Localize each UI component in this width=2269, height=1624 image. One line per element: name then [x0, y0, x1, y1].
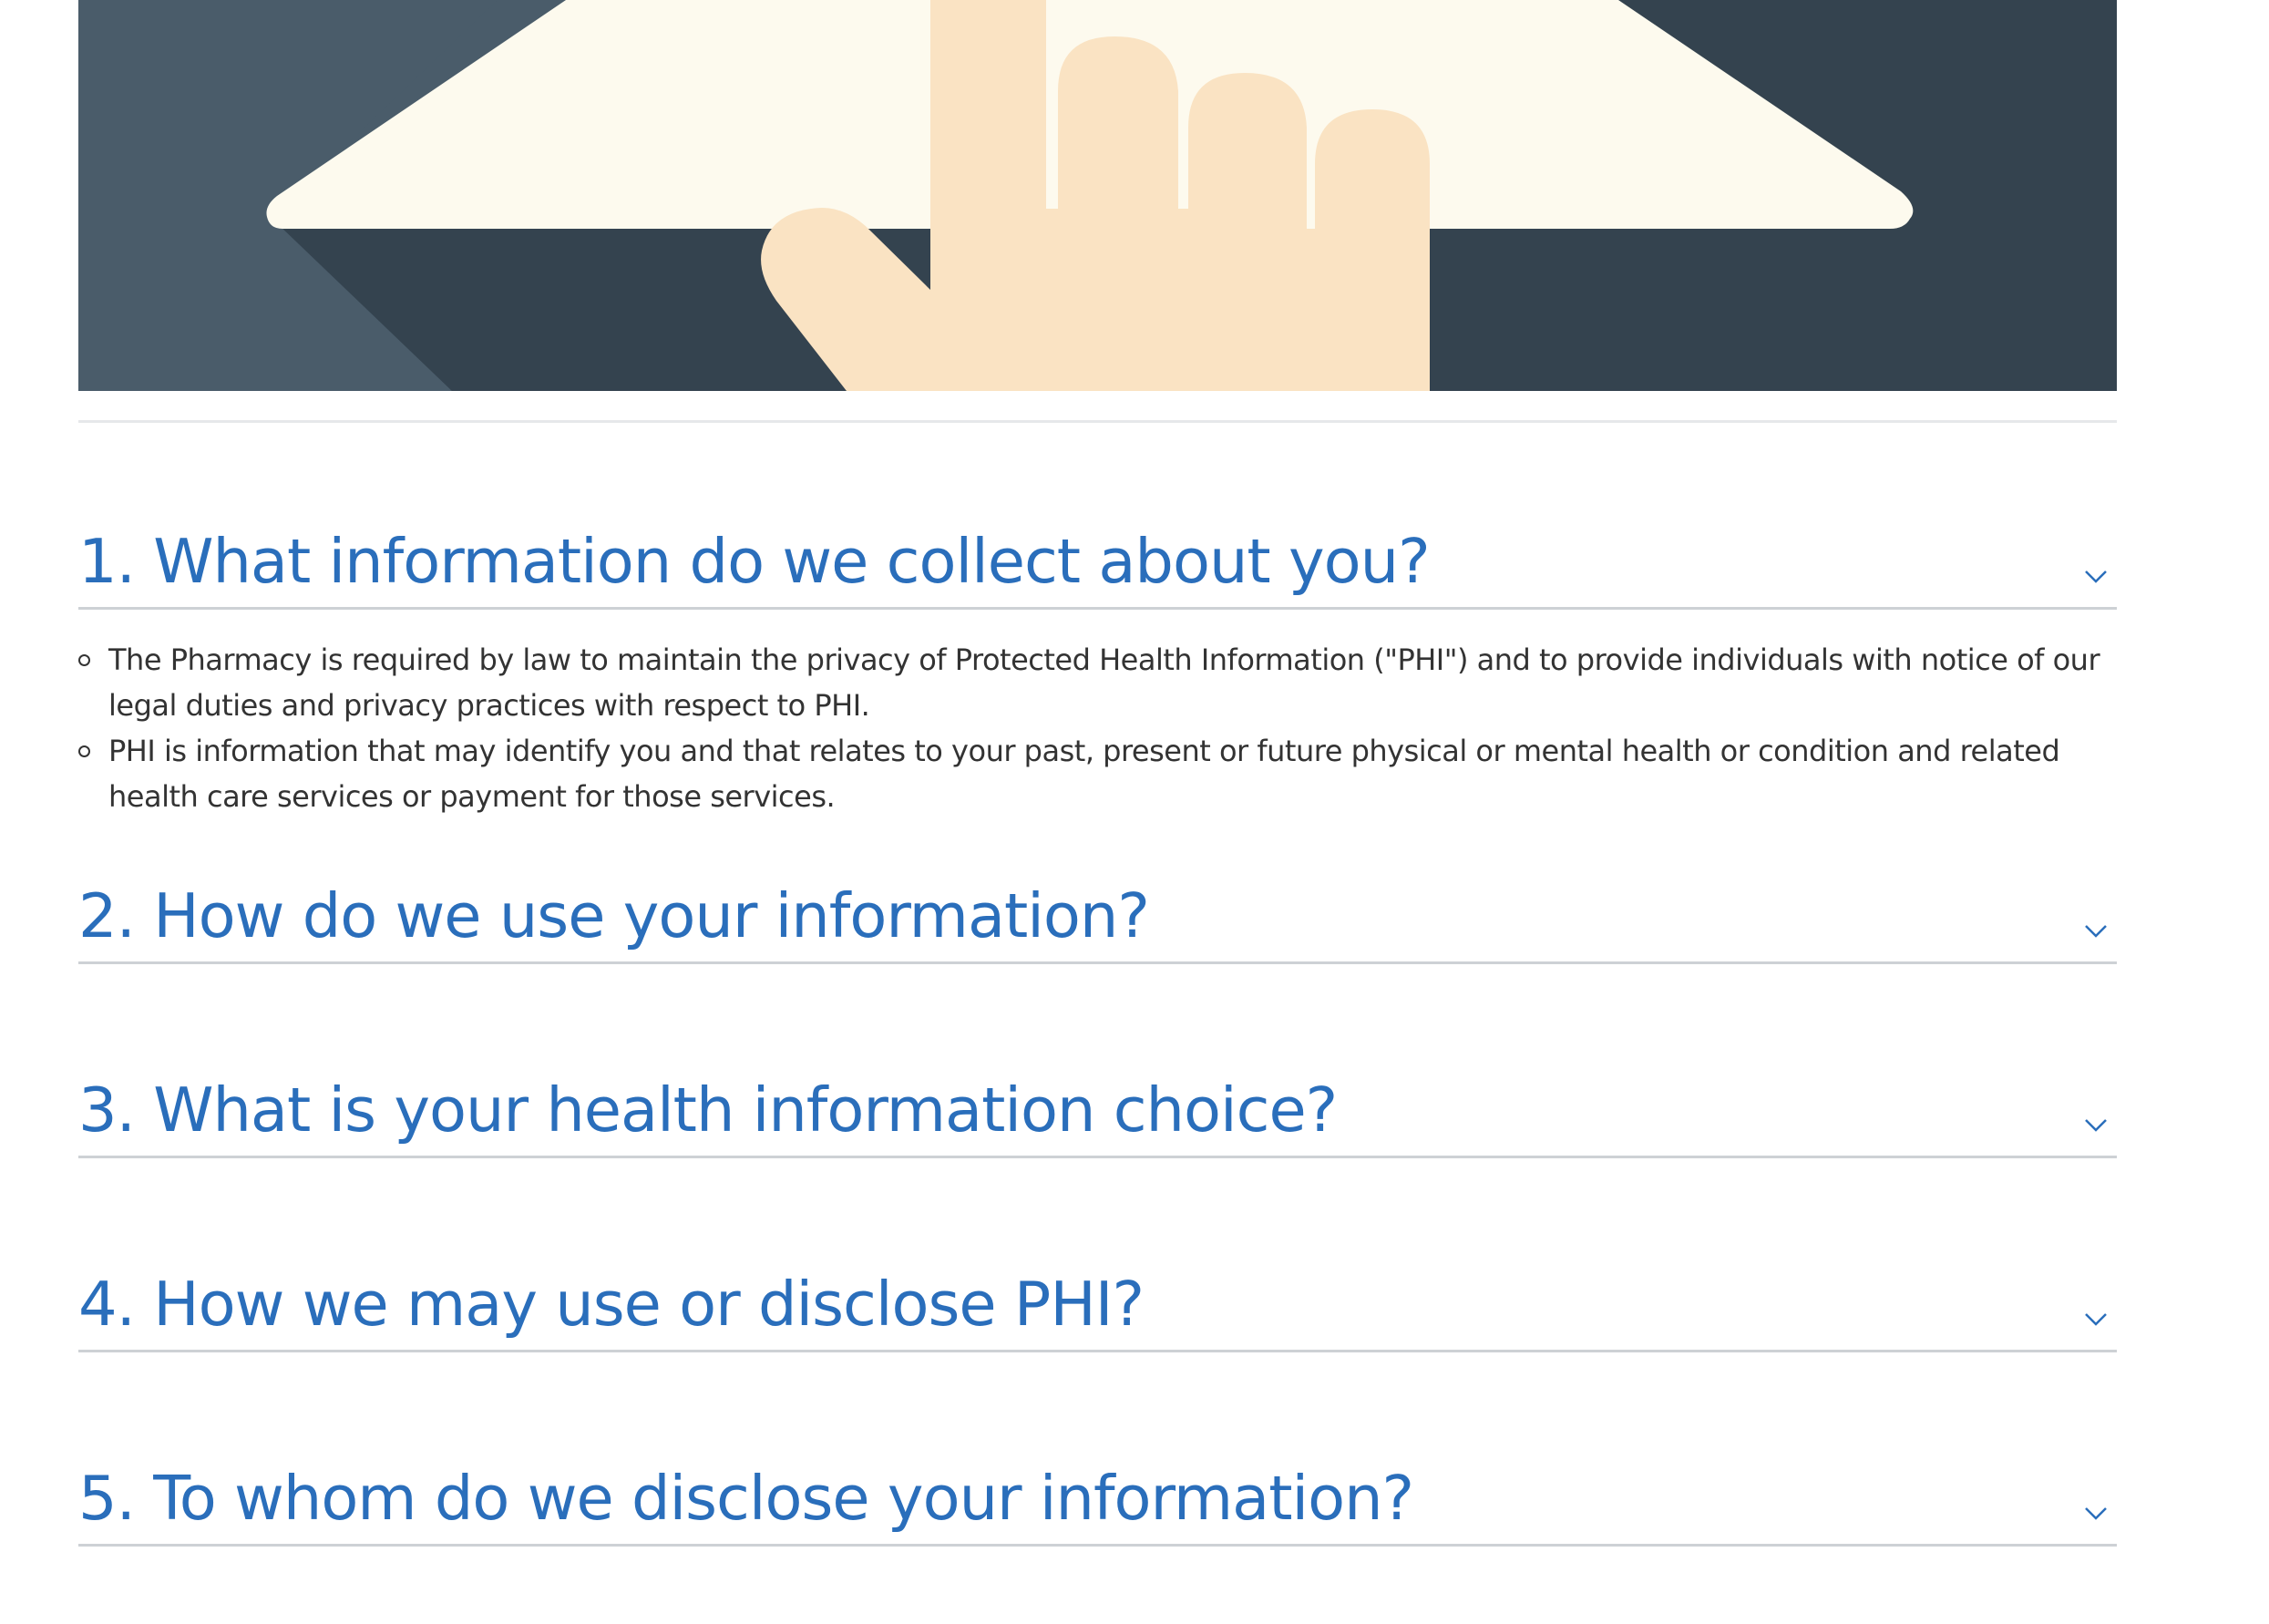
accordion-section-3: 3. What is your health information choic…: [78, 1072, 2117, 1158]
accordion-section-1: 1. What information do we collect about …: [78, 523, 2117, 878]
list-item-text: PHI is information that may identify you…: [108, 734, 2060, 814]
list-item: The Pharmacy is required by law to maint…: [78, 637, 2117, 728]
pointing-hand-illustration: [78, 0, 2117, 391]
accordion-header-3[interactable]: 3. What is your health information choic…: [78, 1072, 2117, 1158]
accordion-section-4: 4. How we may use or disclose PHI?: [78, 1266, 2117, 1352]
accordion-section-5: 5. To whom do we disclose your informati…: [78, 1460, 2117, 1547]
bullet-circle-icon: [78, 654, 90, 666]
chevron-down-icon[interactable]: [2084, 1310, 2108, 1328]
accordion-title[interactable]: 3. What is your health information choic…: [78, 1074, 1338, 1146]
chevron-down-icon[interactable]: [2084, 921, 2108, 940]
list-item: PHI is information that may identify you…: [78, 728, 2117, 819]
list-item-text: The Pharmacy is required by law to maint…: [108, 642, 2100, 723]
accordion-header-2[interactable]: 2. How do we use your information?: [78, 878, 2117, 964]
accordion-section-2: 2. How do we use your information?: [78, 878, 2117, 964]
faq-accordion: 1. What information do we collect about …: [78, 523, 2117, 1547]
chevron-down-icon[interactable]: [2084, 567, 2108, 585]
hero-divider: [78, 420, 2117, 423]
page: 1. What information do we collect about …: [78, 0, 2117, 1547]
bullet-circle-icon: [78, 745, 90, 757]
accordion-body-1: The Pharmacy is required by law to maint…: [78, 610, 2117, 878]
chevron-down-icon[interactable]: [2084, 1504, 2108, 1522]
accordion-title[interactable]: 1. What information do we collect about …: [78, 525, 1431, 598]
chevron-down-icon[interactable]: [2084, 1115, 2108, 1134]
accordion-title[interactable]: 2. How do we use your information?: [78, 879, 1150, 952]
accordion-title[interactable]: 5. To whom do we disclose your informati…: [78, 1462, 1414, 1535]
info-list: The Pharmacy is required by law to maint…: [78, 637, 2117, 819]
accordion-header-5[interactable]: 5. To whom do we disclose your informati…: [78, 1460, 2117, 1547]
accordion-header-1[interactable]: 1. What information do we collect about …: [78, 523, 2117, 610]
accordion-header-4[interactable]: 4. How we may use or disclose PHI?: [78, 1266, 2117, 1352]
accordion-title[interactable]: 4. How we may use or disclose PHI?: [78, 1268, 1145, 1341]
hero-image: [78, 0, 2117, 391]
